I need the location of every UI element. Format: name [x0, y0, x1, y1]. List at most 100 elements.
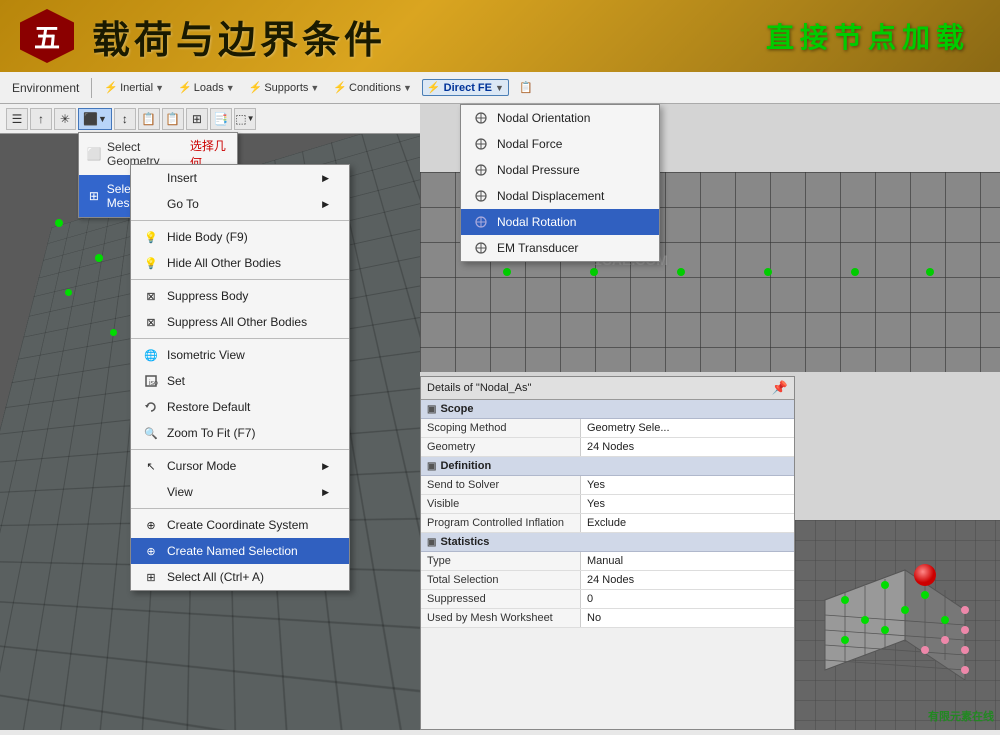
suppressed-value[interactable]: 0 — [581, 590, 794, 608]
geometry-value[interactable]: 24 Nodes — [581, 438, 794, 456]
goto-icon — [143, 196, 159, 212]
node-4 — [110, 329, 117, 336]
scope-row-2: Geometry 24 Nodes — [421, 438, 794, 457]
header-banner: 五 载荷与边界条件 直接节点加载 — [0, 0, 1000, 72]
toolbar-direct-fe[interactable]: ⚡ Direct FE ▼ — [422, 79, 509, 96]
ctx-hide-all[interactable]: 💡 Hide All Other Bodies — [131, 250, 349, 276]
ctx-view[interactable]: View — [131, 479, 349, 505]
stats-toggle: ▣ — [427, 537, 436, 548]
coord-icon: ⊕ — [143, 517, 159, 533]
nodal-pressure-icon — [473, 162, 489, 178]
details-title: Details of "Nodal_As" — [427, 382, 531, 394]
scope-section-header[interactable]: ▣ Scope — [421, 400, 794, 419]
bottom-logo: 有限元素在线 — [928, 708, 994, 724]
block-3d-svg — [795, 520, 1000, 730]
main-content: ☰ ↑ ✳ ⬛ ▼ ⬜ Select Geometry 选择几何 ⊞ — [0, 104, 1000, 730]
conditions-icon: ⚡ — [333, 81, 347, 94]
toolbar-extra-btn[interactable]: 📋 — [515, 79, 537, 96]
ctx-create-named[interactable]: ⊕ Create Named Selection — [131, 538, 349, 564]
ctx-insert[interactable]: Insert — [131, 165, 349, 191]
pin-button[interactable]: 📌 — [772, 380, 788, 396]
direct-fe-menu: Nodal Orientation Nodal Force Nodal Pres… — [460, 104, 660, 262]
details-panel: Details of "Nodal_As" 📌 ▣ Scope Scoping … — [420, 376, 795, 730]
hide-all-icon: 💡 — [143, 255, 159, 271]
ctx-create-coord[interactable]: ⊕ Create Coordinate System — [131, 512, 349, 538]
icon-btn-1[interactable]: ☰ — [6, 108, 28, 130]
ctx-sep3 — [131, 338, 349, 339]
toolbar-supports[interactable]: ⚡ Supports ▼ — [245, 79, 324, 96]
ctx-sep4 — [131, 449, 349, 450]
header-subtitle: 直接节点加载 — [766, 16, 970, 56]
icon-btn-6[interactable]: 📋 — [162, 108, 184, 130]
grid-node-4 — [764, 268, 772, 276]
dfe-em-transducer[interactable]: EM Transducer — [461, 235, 659, 261]
toolbar-environment[interactable]: Environment — [8, 79, 83, 97]
svg-text:iso: iso — [149, 380, 158, 387]
viewport-3d-left[interactable]: 1CAE.COM Insert Go To 💡 Hide Body (F9) � — [0, 134, 420, 730]
icon-btn-8[interactable]: 📑 — [210, 108, 232, 130]
program-controlled-value[interactable]: Exclude — [581, 514, 794, 532]
direct-fe-icon: ⚡ — [427, 82, 441, 94]
select-dropdown[interactable]: ⬛ ▼ ⬜ Select Geometry 选择几何 ⊞ Select Mesh… — [78, 108, 112, 130]
dfe-nodal-orientation[interactable]: Nodal Orientation — [461, 105, 659, 131]
used-by-mesh-value[interactable]: No — [581, 609, 794, 627]
node-3 — [65, 289, 72, 296]
ctx-suppress-all[interactable]: ⊠ Suppress All Other Bodies — [131, 309, 349, 335]
direct-fe-dropdown-arrow: ▼ — [495, 83, 504, 93]
ctx-goto[interactable]: Go To — [131, 191, 349, 217]
header-hexagon: 五 — [20, 9, 74, 63]
inertial-dropdown-arrow: ▼ — [155, 83, 164, 93]
hexagon-label: 五 — [34, 18, 60, 55]
definition-section-header[interactable]: ▣ Definition — [421, 457, 794, 476]
dfe-nodal-pressure[interactable]: Nodal Pressure — [461, 157, 659, 183]
dfe-nodal-force[interactable]: Nodal Force — [461, 131, 659, 157]
visible-value[interactable]: Yes — [581, 495, 794, 513]
ctx-select-all[interactable]: ⊞ Select All (Ctrl+ A) — [131, 564, 349, 590]
inertial-icon: ⚡ — [104, 81, 118, 94]
type-label: Type — [421, 552, 581, 570]
context-menu: Insert Go To 💡 Hide Body (F9) 💡 Hide All… — [130, 164, 350, 591]
icon-btn-7[interactable]: ⊞ — [186, 108, 208, 130]
ctx-iso-view[interactable]: 🌐 Isometric View — [131, 342, 349, 368]
toolbar-conditions[interactable]: ⚡ Conditions ▼ — [329, 79, 416, 96]
ctx-hide-body[interactable]: 💡 Hide Body (F9) — [131, 224, 349, 250]
insert-icon — [143, 170, 159, 186]
icon-btn-3[interactable]: ✳ — [54, 108, 76, 130]
grid-node-1 — [503, 268, 511, 276]
zoom-icon: 🔍 — [143, 425, 159, 441]
supports-dropdown-arrow: ▼ — [310, 83, 319, 93]
icon-toolbar: ☰ ↑ ✳ ⬛ ▼ ⬜ Select Geometry 选择几何 ⊞ — [0, 104, 420, 134]
scoping-method-value[interactable]: Geometry Sele... — [581, 419, 794, 437]
visible-label: Visible — [421, 495, 581, 513]
def-row-1: Send to Solver Yes — [421, 476, 794, 495]
ctx-restore-default[interactable]: Restore Default — [131, 394, 349, 420]
icon-btn-2[interactable]: ↑ — [30, 108, 52, 130]
ctx-zoom-to-fit[interactable]: 🔍 Zoom To Fit (F7) — [131, 420, 349, 446]
icon-btn-5[interactable]: 📋 — [138, 108, 160, 130]
select-all-icon: ⊞ — [143, 569, 159, 585]
icon-btn-4[interactable]: ↕ — [114, 108, 136, 130]
type-value[interactable]: Manual — [581, 552, 794, 570]
block-3d-container[interactable] — [795, 520, 1000, 730]
ctx-suppress-body[interactable]: ⊠ Suppress Body — [131, 283, 349, 309]
definition-toggle: ▣ — [427, 461, 436, 472]
statistics-section-header[interactable]: ▣ Statistics — [421, 533, 794, 552]
ctx-sep1 — [131, 220, 349, 221]
toolbar-inertial[interactable]: ⚡ Inertial ▼ — [100, 79, 168, 96]
send-to-solver-value[interactable]: Yes — [581, 476, 794, 494]
send-to-solver-label: Send to Solver — [421, 476, 581, 494]
dfe-nodal-rotation[interactable]: Nodal Rotation — [461, 209, 659, 235]
toolbar-loads[interactable]: ⚡ Loads ▼ — [174, 79, 239, 96]
report-icon: 📋 — [519, 81, 533, 94]
grid-node-2 — [590, 268, 598, 276]
stats-row-2: Total Selection 24 Nodes — [421, 571, 794, 590]
select-dropdown-btn[interactable]: ⬛ ▼ — [78, 108, 112, 130]
ctx-cursor-mode[interactable]: ↖ Cursor Mode — [131, 453, 349, 479]
scoping-method-label: Scoping Method — [421, 419, 581, 437]
dfe-nodal-displacement[interactable]: Nodal Displacement — [461, 183, 659, 209]
isometric-icon: 🌐 — [143, 347, 159, 363]
icon-btn-9[interactable]: ⬚ ▼ — [234, 108, 256, 130]
top-toolbar: Environment ⚡ Inertial ▼ ⚡ Loads ▼ ⚡ Sup… — [0, 72, 1000, 104]
total-selection-value[interactable]: 24 Nodes — [581, 571, 794, 589]
ctx-set[interactable]: iso Set — [131, 368, 349, 394]
